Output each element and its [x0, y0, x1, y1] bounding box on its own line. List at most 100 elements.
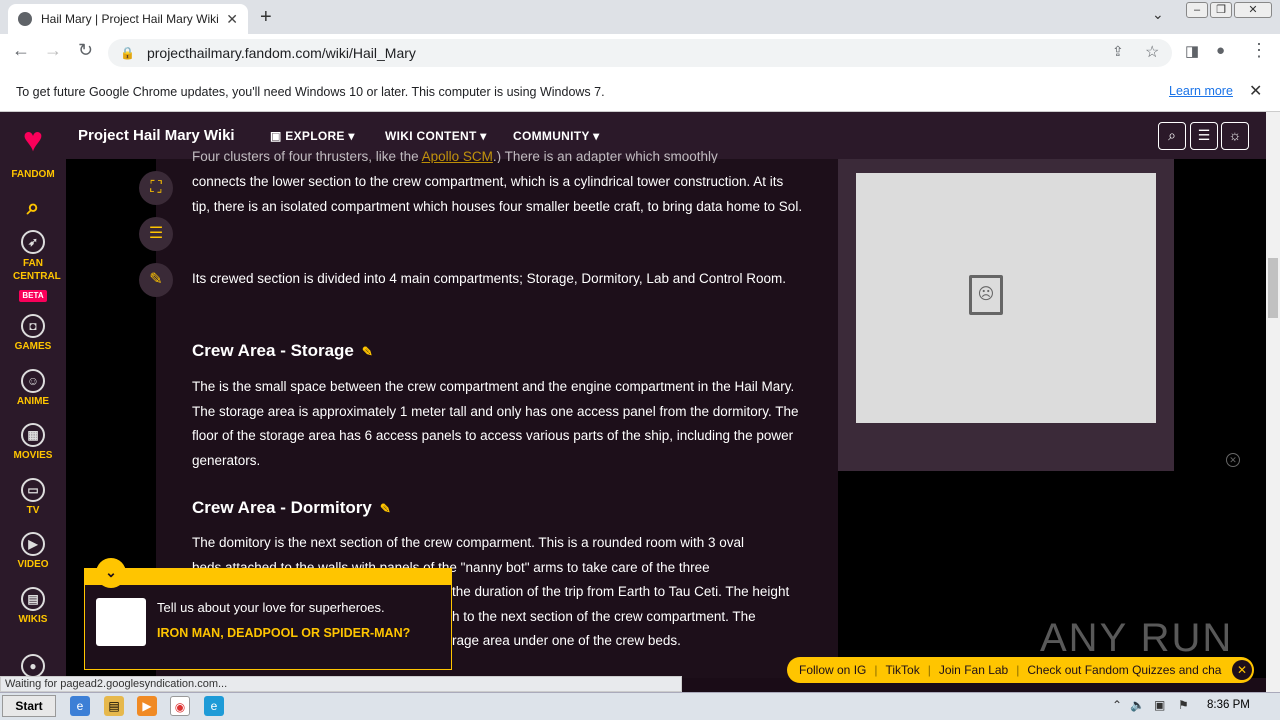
nav-explore-label: EXPLORE	[285, 129, 345, 143]
superhero-image	[96, 598, 146, 646]
flame-icon: ♥	[22, 121, 44, 159]
tv-label: TV	[26, 505, 40, 516]
address-bar[interactable]: 🔒 projecthailmary.fandom.com/wiki/Hail_M…	[108, 39, 1172, 67]
nav-wiki-content[interactable]: WIKI CONTENT ▾	[385, 129, 487, 143]
tray-arrow-icon[interactable]: ⌃	[1112, 698, 1122, 712]
globe-icon	[18, 12, 32, 26]
rail-item-fan-central[interactable]: ➶ FAN CENTRAL	[0, 230, 66, 283]
toc-icon[interactable]: ☰	[139, 217, 173, 251]
browser-tab[interactable]: Hail Mary | Project Hail Mary Wiki | F ✕	[8, 4, 248, 34]
wiki-title[interactable]: Project Hail Mary Wiki	[78, 127, 235, 144]
close-footer-icon[interactable]: ✕	[1232, 660, 1252, 680]
nav-explore[interactable]: ▣ EXPLORE ▾	[270, 129, 355, 143]
nav-wiki-content-label: WIKI CONTENT	[385, 129, 477, 143]
popup-question: Tell us about your love for superheroes.	[157, 600, 385, 615]
apollo-link[interactable]: Apollo SCM	[422, 149, 493, 163]
fan-lab-link[interactable]: Join Fan Lab	[939, 663, 1008, 677]
heading-dormitory-text: Crew Area - Dormitory	[192, 498, 372, 517]
volume-icon[interactable]: 🔈	[1130, 698, 1145, 712]
close-ad-icon[interactable]: ✕	[1226, 453, 1240, 467]
expand-icon[interactable]: ⛶	[139, 171, 173, 205]
rail-item-anime[interactable]: ☺ ANIME	[0, 369, 66, 407]
url-text: projecthailmary.fandom.com/wiki/Hail_Mar…	[146, 45, 416, 61]
popup-answer-link[interactable]: IRON MAN, DEADPOOL OR SPIDER-MAN?	[157, 625, 417, 641]
nav-community-label: COMMUNITY	[513, 129, 590, 143]
follow-ig-link[interactable]: Follow on IG	[799, 663, 866, 677]
edit-icon[interactable]: ✎	[139, 263, 173, 297]
menu-icon[interactable]: ⋮	[1250, 40, 1268, 61]
rail-item-wikis[interactable]: ▤ WIKIS	[0, 587, 66, 625]
explorer-icon[interactable]: ▤	[104, 696, 124, 716]
beta-badge: BETA	[19, 290, 47, 302]
discussions-button[interactable]: ☰	[1190, 122, 1218, 150]
minimize-button[interactable]: –	[1186, 2, 1208, 18]
rail-item-games[interactable]: ◘ GAMES	[0, 314, 66, 352]
chrome-icon[interactable]: ◉	[170, 696, 190, 716]
video-icon: ▶	[21, 532, 45, 556]
collapse-chevron-icon[interactable]: ⌄	[96, 558, 126, 588]
close-tab-icon[interactable]: ✕	[226, 11, 238, 28]
flag-icon[interactable]: ⚑	[1178, 698, 1189, 712]
heading-storage: Crew Area - Storage ✎	[192, 341, 373, 361]
new-tab-button[interactable]: +	[260, 6, 272, 29]
partial-text-a: Four clusters of four thrusters, like th…	[192, 149, 422, 163]
theme-toggle-button[interactable]: ☼	[1221, 122, 1249, 150]
heading-dormitory: Crew Area - Dormitory ✎	[192, 498, 391, 518]
side-panel-icon[interactable]: ◨	[1185, 42, 1199, 60]
profile-icon[interactable]: ●	[1216, 42, 1225, 59]
windows-taskbar	[0, 692, 1280, 720]
storage-paragraph: The is the small space between the crew …	[192, 379, 799, 468]
status-bar: Waiting for pagead2.googlesyndication.co…	[0, 676, 682, 692]
movies-icon: ▦	[21, 423, 45, 447]
scrollbar-thumb[interactable]	[1268, 258, 1278, 318]
rocket-icon: ➶	[21, 230, 45, 254]
share-icon[interactable]: ⇪	[1112, 43, 1124, 60]
ad-placeholder	[856, 173, 1156, 423]
quizzes-link[interactable]: Check out Fandom Quizzes and cha	[1027, 663, 1221, 677]
dorm-line-1: The domitory is the next section of the …	[192, 535, 745, 550]
edit-section-icon[interactable]: ✎	[380, 501, 391, 516]
dorm-line-5: rage area under one of the crew beds.	[452, 633, 681, 648]
search-button[interactable]: ⌕	[1158, 122, 1186, 150]
gamepad-icon: ◘	[21, 314, 45, 338]
chevron-down-icon[interactable]: ⌄	[1152, 6, 1164, 23]
intro-paragraph: connects the lower section to the crew c…	[192, 174, 803, 214]
edge-icon[interactable]: e	[204, 696, 224, 716]
heading-storage-text: Crew Area - Storage	[192, 341, 354, 360]
back-icon[interactable]: ←	[12, 40, 30, 61]
reload-icon[interactable]: ↻	[78, 40, 93, 61]
fandom-label: FANDOM	[11, 169, 55, 180]
lock-icon: 🔒	[120, 46, 135, 60]
network-icon[interactable]: ▣	[1154, 698, 1165, 712]
search-icon[interactable]: ⌕	[0, 194, 66, 220]
edit-section-icon[interactable]: ✎	[362, 344, 373, 359]
video-label: VIDEO	[17, 559, 49, 570]
games-label: GAMES	[14, 341, 52, 352]
media-player-icon[interactable]: ▶	[137, 696, 157, 716]
scrollbar[interactable]	[1266, 112, 1280, 692]
infobar-text: To get future Google Chrome updates, you…	[16, 84, 605, 99]
fan-central-label: FAN CENTRAL	[13, 258, 61, 282]
rail-item-video[interactable]: ▶ VIDEO	[0, 532, 66, 570]
maximize-button[interactable]: ❐	[1210, 2, 1232, 18]
fandom-logo[interactable]: ♥ FANDOM	[0, 120, 66, 180]
clock: 8:36 PM	[1207, 699, 1250, 711]
broken-image-icon: ☹	[969, 275, 1003, 315]
start-button[interactable]: Start	[2, 695, 56, 717]
forward-icon[interactable]: →	[44, 40, 62, 61]
ie-icon[interactable]: e	[70, 696, 90, 716]
update-infobar: To get future Google Chrome updates, you…	[0, 72, 1280, 112]
close-window-button[interactable]: ✕	[1234, 2, 1272, 18]
compartments-paragraph: Its crewed section is divided into 4 mai…	[192, 271, 787, 286]
wikis-label: WIKIS	[18, 614, 48, 625]
learn-more-link[interactable]: Learn more	[1169, 84, 1233, 98]
tiktok-link[interactable]: TikTok	[885, 663, 919, 677]
rail-item-tv[interactable]: ▭ TV	[0, 478, 66, 516]
dorm-line-4: h to the next section of the crew compar…	[452, 609, 756, 624]
close-icon[interactable]: ✕	[1249, 81, 1262, 101]
anime-label: ANIME	[16, 396, 50, 407]
star-icon[interactable]: ☆	[1145, 42, 1159, 62]
rail-item-movies[interactable]: ▦ MOVIES	[0, 423, 66, 461]
movies-label: MOVIES	[13, 450, 53, 461]
nav-community[interactable]: COMMUNITY ▾	[513, 129, 599, 143]
